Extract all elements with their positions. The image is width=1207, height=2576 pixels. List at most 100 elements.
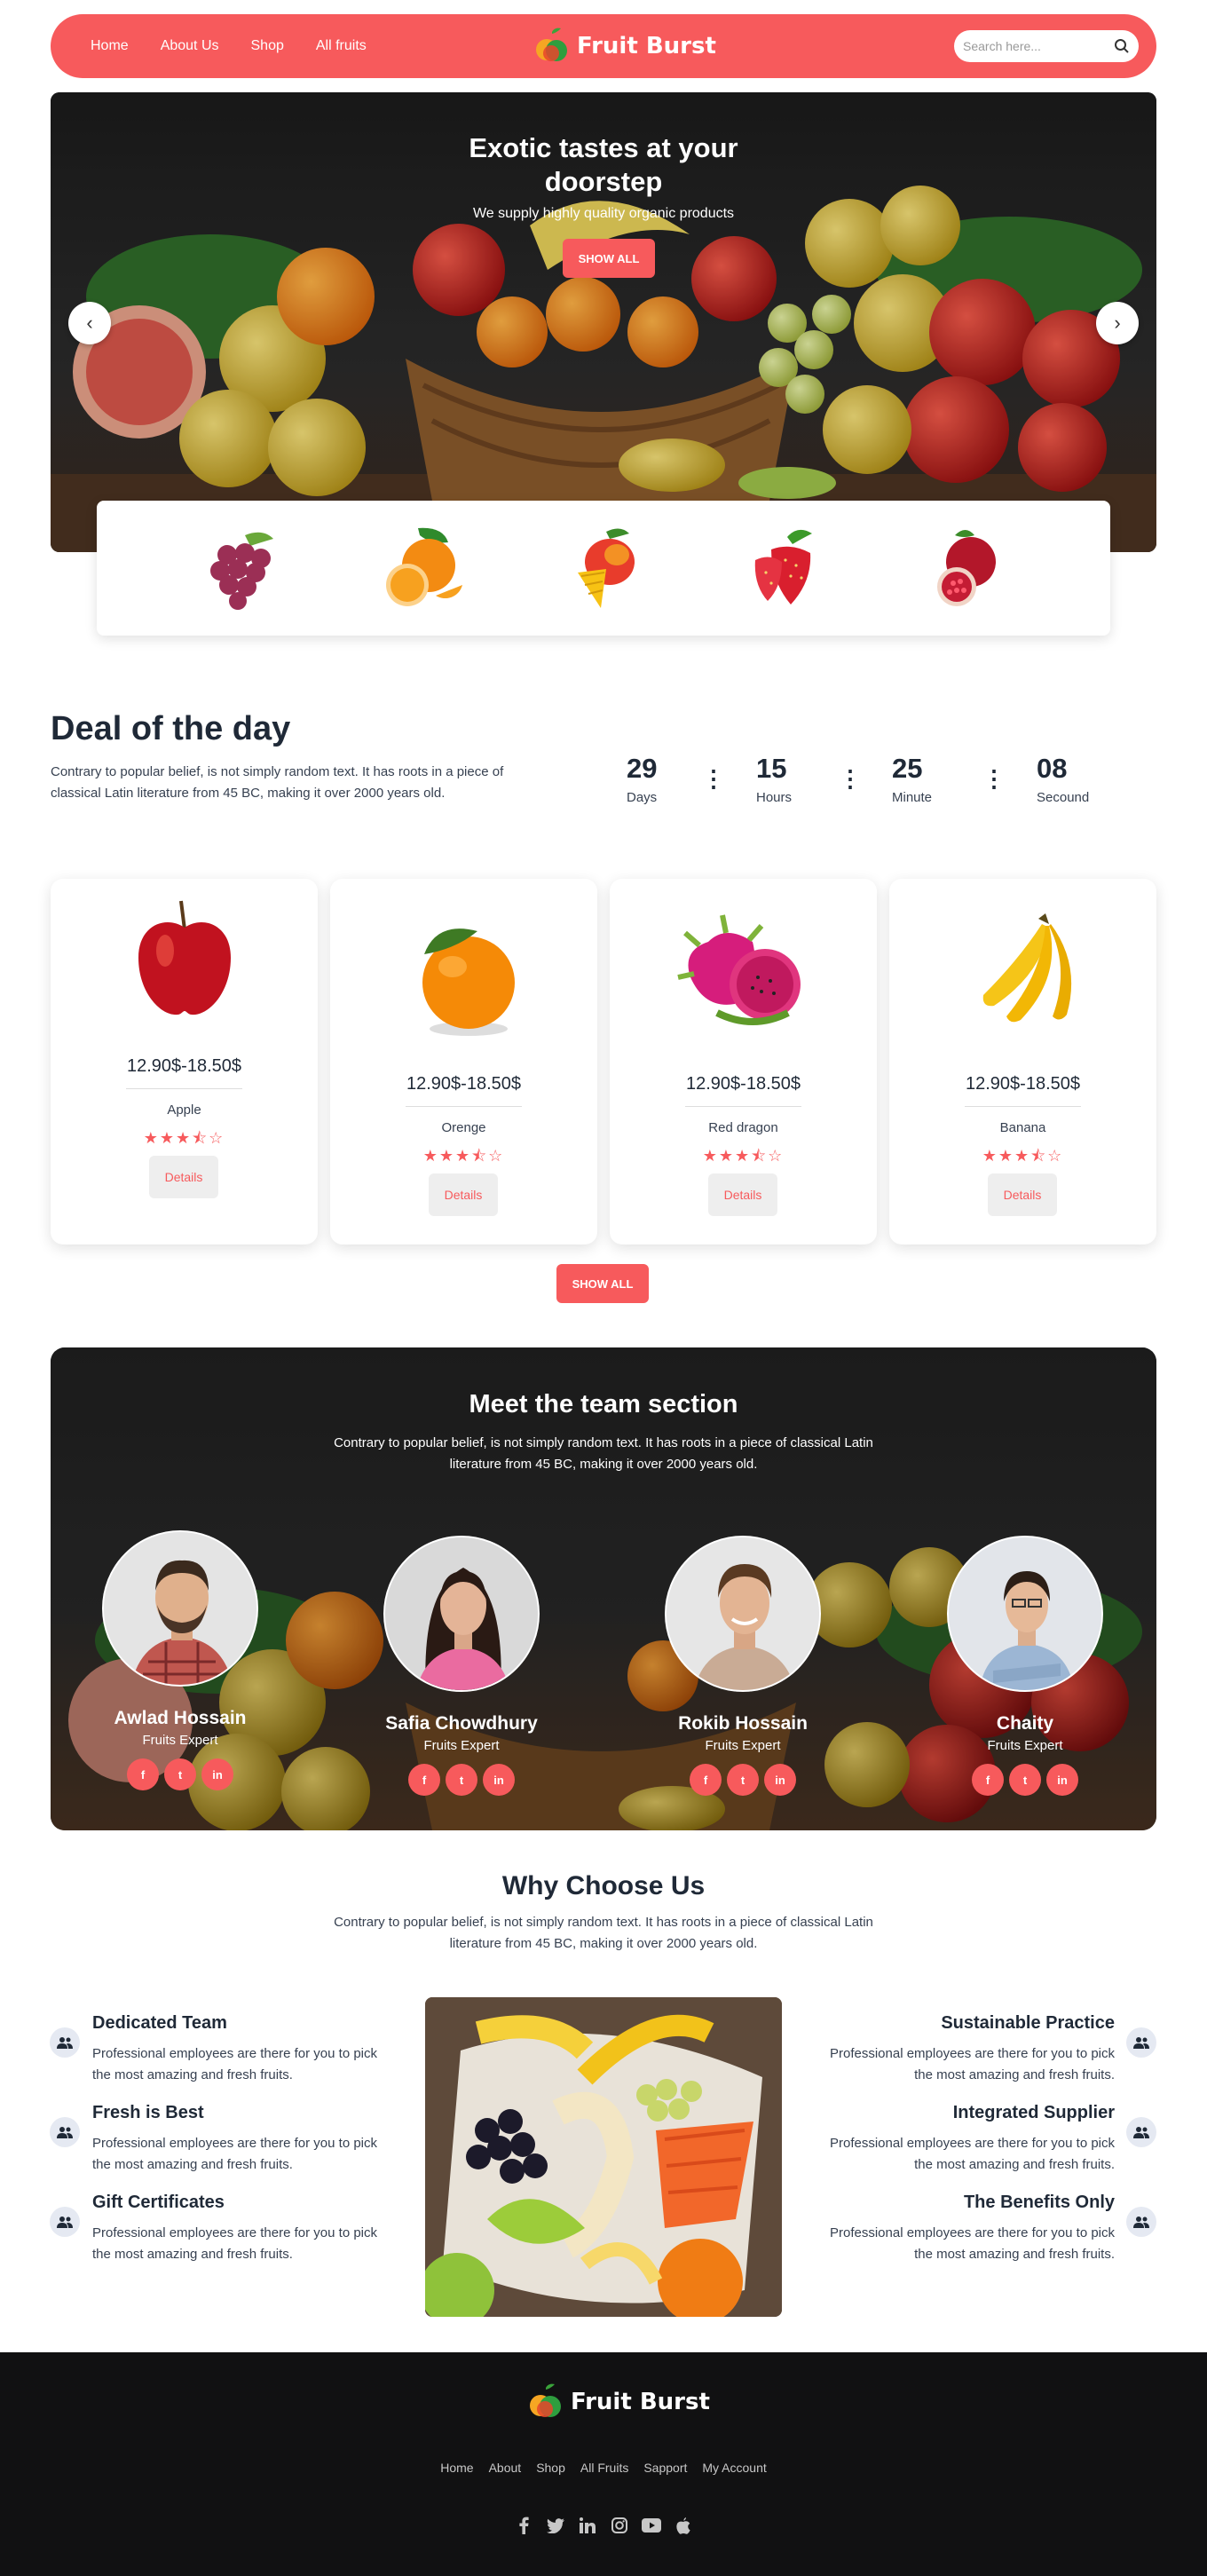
nav-all-fruits-link[interactable]: All fruits [316,38,367,54]
facebook-icon[interactable]: f [127,1758,159,1790]
countdown-hours: 15 Hours [756,753,792,805]
linkedin-icon[interactable]: in [483,1764,515,1796]
team-member-card: Rokib Hossain Fruits Expert f t in [663,1536,823,1796]
twitter-icon[interactable]: t [727,1764,759,1796]
countdown-separator: ⋮ [982,765,1006,792]
feature-icon [50,2207,80,2237]
avatar [383,1536,540,1692]
details-button[interactable]: Details [708,1173,777,1216]
product-price: 12.90$-18.50$ [406,1074,521,1094]
twitter-icon[interactable]: t [164,1758,196,1790]
product-price: 12.90$-18.50$ [685,1074,801,1094]
footer-link-support[interactable]: Sapport [643,2461,687,2475]
person-photo-icon [104,1532,256,1685]
countdown-label: Minute [892,790,933,805]
linkedin-icon[interactable]: in [201,1758,233,1790]
product-name: Banana [999,1120,1046,1135]
youtube-icon[interactable] [642,2516,661,2535]
apple-icon[interactable] [674,2516,693,2535]
nav-shop-link[interactable]: Shop [251,38,284,54]
strawberry-icon [755,529,813,604]
nav-links: Home About Us Shop All fruits [91,14,367,78]
details-button[interactable]: Details [429,1173,498,1216]
product-name: Red dragon [708,1120,778,1135]
product-card-orange[interactable]: 12.90$-18.50$ Orenge ★★★⯪☆ Details [330,879,597,1245]
strip-item-pomegranate[interactable] [918,519,1015,617]
strip-item-orange[interactable] [374,519,471,617]
feature-title: Dedicated Team [92,2013,227,2033]
member-name: Rokib Hossain [678,1713,808,1734]
twitter-icon[interactable]: t [1009,1764,1041,1796]
details-button[interactable]: Details [988,1173,1057,1216]
facebook-icon[interactable] [514,2516,533,2535]
footer-link-home[interactable]: Home [440,2461,473,2475]
team-member-card: Chaity Fruits Expert f t in [945,1536,1105,1796]
feature-text: Professional employees are there for you… [92,2046,377,2082]
products-show-all-button[interactable]: SHOW ALL [556,1264,649,1303]
footer-link-shop[interactable]: Shop [536,2461,565,2475]
divider [406,1106,522,1107]
person-photo-icon [949,1537,1101,1690]
details-button[interactable]: Details [149,1156,218,1198]
linkedin-icon[interactable]: in [1046,1764,1078,1796]
mango-icon [577,528,635,608]
footer-link-all-fruits[interactable]: All Fruits [580,2461,628,2475]
search-box [954,30,1139,62]
apple-icon [138,900,231,1015]
brand-logo[interactable]: Fruit Burst [534,25,716,67]
linkedin-icon[interactable]: in [764,1764,796,1796]
brand-name: Fruit Burst [577,33,716,59]
search-icon[interactable] [1114,38,1130,54]
dragon-fruit-icon [676,914,801,1025]
countdown-label: Hours [756,790,793,805]
feature-icon [1126,2027,1156,2058]
member-socials: f t in [382,1764,541,1796]
product-card-apple[interactable]: 12.90$-18.50$ Apple ★★★⯪☆ Details [51,879,318,1245]
countdown-value: 15 [756,753,787,784]
twitter-icon[interactable] [546,2516,565,2535]
instagram-icon[interactable] [610,2516,629,2535]
facebook-icon[interactable]: f [972,1764,1004,1796]
feature-title: Sustainable Practice [941,2013,1115,2033]
member-socials: f t in [663,1764,823,1796]
fruit-category-strip [97,501,1110,636]
feature-text: Professional employees are there for you… [830,2136,1115,2172]
footer-link-account[interactable]: My Account [702,2461,766,2475]
product-card-banana[interactable]: 12.90$-18.50$ Banana ★★★⯪☆ Details [889,879,1156,1245]
footer-link-about[interactable]: About [489,2461,522,2475]
strip-item-strawberry[interactable] [736,519,833,617]
countdown-days: 29 Days [627,753,657,805]
grapes-icon [210,532,274,610]
product-price: 12.90$-18.50$ [965,1074,1080,1094]
nav-about-link[interactable]: About Us [161,38,219,54]
countdown-separator: ⋮ [839,765,862,792]
search-input[interactable] [963,39,1114,53]
nav-home-link[interactable]: Home [91,38,129,54]
feature-text: Professional employees are there for you… [830,2046,1115,2082]
strip-item-grapes[interactable] [192,519,289,617]
facebook-icon[interactable]: f [690,1764,722,1796]
hero-prev-arrow[interactable]: ‹ [68,302,111,344]
product-name: Apple [167,1102,201,1118]
feature-text: Professional employees are there for you… [92,2136,377,2172]
strip-item-mango[interactable] [555,519,652,617]
orange-icon [422,928,515,1036]
users-icon [57,2216,73,2228]
team-member-card: Awlad Hossain Fruits Expert f t in [100,1530,260,1790]
orange-icon [385,527,462,606]
linkedin-icon[interactable] [578,2516,597,2535]
footer-brand[interactable]: Fruit Burst [528,2382,710,2422]
product-price: 12.90$-18.50$ [126,1056,241,1076]
facebook-icon[interactable]: f [408,1764,440,1796]
hero-show-all-button[interactable]: SHOW ALL [563,239,655,278]
feature-icon [1126,2117,1156,2147]
divider [965,1106,1081,1107]
team-description: Contrary to popular belief, is not simpl… [334,1435,873,1472]
product-card-red-dragon[interactable]: 12.90$-18.50$ Red dragon ★★★⯪☆ Details [610,879,877,1245]
team-section: Meet the team section Contrary to popula… [51,1347,1156,1830]
twitter-icon[interactable]: t [446,1764,477,1796]
footer-links: Home About Shop All Fruits Sapport My Ac… [0,2461,1207,2475]
member-role: Fruits Expert [705,1738,781,1753]
avatar [947,1536,1103,1692]
hero-next-arrow[interactable]: › [1096,302,1139,344]
